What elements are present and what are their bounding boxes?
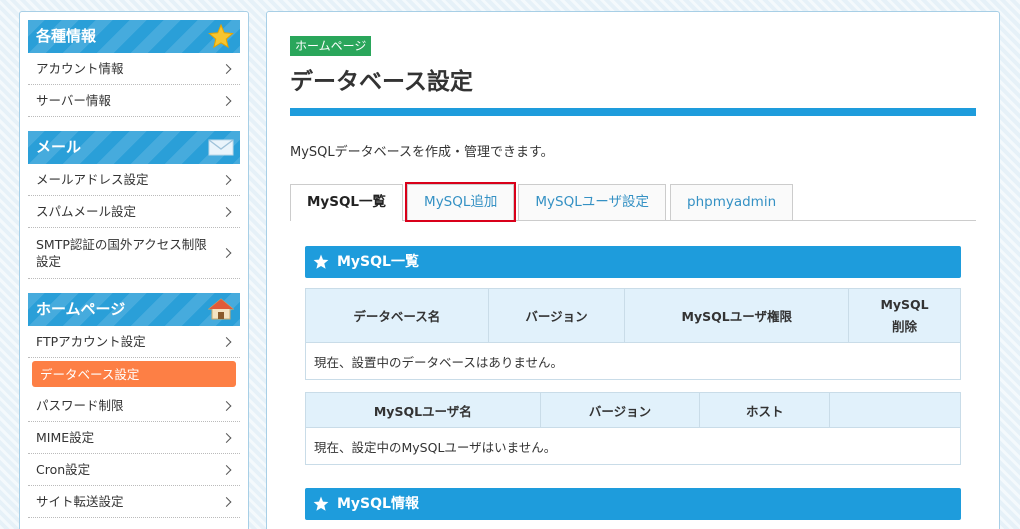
- chevron-right-icon: [221, 432, 232, 443]
- tab-mysql-user-settings[interactable]: MySQLユーザ設定: [518, 184, 666, 220]
- tab-bar: MySQL一覧 MySQL追加 MySQLユーザ設定 phpmyadmin: [290, 182, 976, 222]
- tab-mysql-add[interactable]: MySQL追加: [405, 182, 517, 222]
- section-header: MySQL一覧: [305, 246, 961, 278]
- sidebar-item-label: サイト転送設定: [36, 494, 124, 509]
- sidebar-item-account-info[interactable]: アカウント情報: [28, 53, 240, 85]
- sidebar-item-label: パスワード制限: [36, 398, 124, 413]
- mysql-user-table: MySQLユーザ名 バージョン ホスト 現在、設定中のMySQLユーザはいません…: [305, 392, 961, 465]
- tab-mysql-list[interactable]: MySQL一覧: [290, 184, 404, 221]
- column-header: バージョン: [539, 392, 701, 428]
- chevron-right-icon: [221, 496, 232, 507]
- sidebar-list-mail: メールアドレス設定 スパムメール設定 SMTP認証の国外アクセス制限設定: [28, 164, 240, 279]
- sidebar-item-label: データベース設定: [40, 366, 140, 382]
- star-icon: [313, 254, 329, 269]
- column-header: MySQLユーザ権限: [624, 288, 850, 343]
- sidebar-item-label: SMTP認証の国外アクセス制限設定: [36, 237, 207, 269]
- sidebar-item-label: サーバー情報: [36, 93, 111, 108]
- chevron-right-icon: [221, 464, 232, 475]
- sidebar-item-site-redirect[interactable]: サイト転送設定: [28, 486, 240, 518]
- column-header-empty: [829, 392, 961, 428]
- sidebar-item-label: FTPアカウント設定: [36, 334, 146, 349]
- sidebar-item-label: スパムメール設定: [36, 204, 137, 219]
- table-row: 現在、設定中のMySQLユーザはいません。: [305, 427, 961, 465]
- chevron-right-icon: [221, 336, 232, 347]
- chevron-right-icon: [221, 63, 232, 74]
- sidebar-section-mail-header: メール: [28, 131, 240, 164]
- sidebar-item-label: MIME設定: [36, 430, 95, 445]
- mail-icon: [208, 139, 234, 156]
- sidebar-section-title: ホームページ: [36, 300, 126, 318]
- column-header: ホスト: [699, 392, 831, 428]
- sidebar-list-homepage: FTPアカウント設定 データベース設定 パスワード制限 MIME設定 Cron設…: [28, 326, 240, 518]
- chevron-right-icon: [221, 174, 232, 185]
- sidebar-section-title: メール: [36, 138, 82, 156]
- chevron-right-icon: [221, 400, 232, 411]
- sidebar-section-info-header: 各種情報: [28, 20, 240, 53]
- sidebar-item-label: Cron設定: [36, 462, 91, 477]
- table-row: 現在、設置中のデータベースはありません。: [305, 342, 961, 380]
- column-header: MySQLユーザ名: [305, 392, 541, 428]
- section-title: MySQL一覧: [337, 254, 419, 270]
- chevron-right-icon: [221, 206, 232, 217]
- empty-message: 現在、設定中のMySQLユーザはいません。: [305, 427, 961, 465]
- table-header-row: MySQLユーザ名 バージョン ホスト: [305, 392, 961, 428]
- sidebar-item-label: アカウント情報: [36, 61, 124, 76]
- page-title: データベース設定: [290, 69, 473, 95]
- sidebar-item-password-restriction[interactable]: パスワード制限: [28, 390, 240, 422]
- page-description: MySQLデータベースを作成・管理できます。: [290, 145, 554, 160]
- sidebar-item-label: メールアドレス設定: [36, 172, 149, 187]
- tab-phpmyadmin[interactable]: phpmyadmin: [670, 184, 794, 220]
- sidebar-item-mime[interactable]: MIME設定: [28, 422, 240, 454]
- star-icon: [208, 24, 234, 48]
- sidebar-item-mail-address[interactable]: メールアドレス設定: [28, 164, 240, 196]
- mysql-list-section: MySQL一覧 データベース名 バージョン MySQLユーザ権限 MySQL 削…: [305, 246, 961, 465]
- house-icon: [208, 298, 234, 320]
- sidebar-section-homepage-header: ホームページ: [28, 293, 240, 326]
- chevron-right-icon: [221, 95, 232, 106]
- sidebar-item-ftp-account[interactable]: FTPアカウント設定: [28, 326, 240, 358]
- section-header: MySQL情報: [305, 488, 961, 520]
- sidebar-list-info: アカウント情報 サーバー情報: [28, 53, 240, 117]
- title-underline: [290, 108, 976, 116]
- sidebar: 各種情報 アカウント情報 サーバー情報 メール メールアドレス設定 スパムメール…: [19, 11, 249, 529]
- column-header-mysql-delete: MySQL 削除: [848, 288, 961, 343]
- sidebar-item-smtp-restriction[interactable]: SMTP認証の国外アクセス制限設定: [28, 228, 240, 279]
- sidebar-item-cron[interactable]: Cron設定: [28, 454, 240, 486]
- sidebar-item-database[interactable]: データベース設定: [32, 361, 236, 387]
- sidebar-section-title: 各種情報: [36, 27, 97, 45]
- mysql-info-section: MySQL情報: [305, 488, 961, 520]
- star-icon: [313, 496, 329, 511]
- section-title: MySQL情報: [337, 496, 419, 512]
- main-panel: ホームページ データベース設定 MySQLデータベースを作成・管理できます。 M…: [266, 11, 1000, 529]
- database-table: データベース名 バージョン MySQLユーザ権限 MySQL 削除 現在、設置中…: [305, 288, 961, 380]
- column-header: バージョン: [487, 288, 626, 343]
- chevron-right-icon: [221, 248, 232, 258]
- category-badge: ホームページ: [290, 36, 372, 56]
- table-header-row: データベース名 バージョン MySQLユーザ権限 MySQL 削除: [305, 288, 961, 343]
- empty-message: 現在、設置中のデータベースはありません。: [305, 342, 961, 380]
- column-header: データベース名: [305, 288, 489, 343]
- sidebar-item-server-info[interactable]: サーバー情報: [28, 85, 240, 117]
- sidebar-item-spam-mail[interactable]: スパムメール設定: [28, 196, 240, 228]
